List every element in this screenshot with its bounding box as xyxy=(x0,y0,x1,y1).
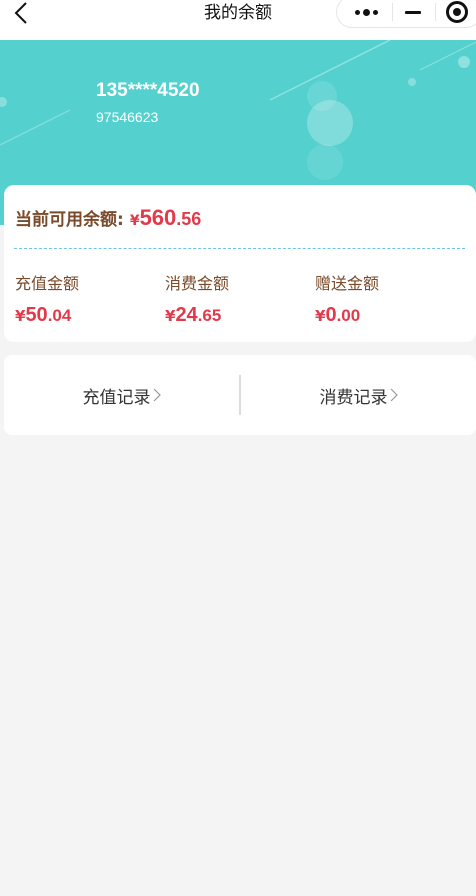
more-button[interactable] xyxy=(341,0,391,27)
recharge-amount-decimal: .04 xyxy=(47,306,72,325)
consume-amount-decimal: .65 xyxy=(197,306,222,325)
user-id: 97546623 xyxy=(96,109,159,125)
capsule-divider xyxy=(435,3,436,21)
more-dots-icon xyxy=(353,8,379,16)
gift-amount-decimal: .00 xyxy=(336,306,361,325)
available-balance-label: 当前可用余额: xyxy=(15,210,124,230)
gift-amount-integer: 0 xyxy=(325,304,337,326)
mini-program-capsule xyxy=(336,0,476,28)
recharge-records-button[interactable]: 充值记录 xyxy=(4,355,239,435)
consume-records-label: 消费记录 xyxy=(319,387,388,408)
available-amount-decimal: .56 xyxy=(176,209,202,229)
close-button[interactable] xyxy=(437,0,476,27)
dashed-divider xyxy=(14,248,465,249)
recharge-amount-integer: 50 xyxy=(25,304,48,326)
currency-symbol: ¥ xyxy=(315,307,326,325)
currency-symbol: ¥ xyxy=(15,307,26,325)
consume-amount: 消费金额 ¥ 24 .65 xyxy=(165,270,229,327)
recharge-records-label: 充值记录 xyxy=(82,387,151,408)
available-amount-integer: 560 xyxy=(139,205,177,230)
recharge-amount-value: ¥ 50 .04 xyxy=(15,304,79,327)
gift-amount: 赠送金额 ¥ 0 .00 xyxy=(315,270,379,327)
available-balance: 当前可用余额: ¥ 560 .56 xyxy=(15,205,201,231)
recharge-amount-label: 充值金额 xyxy=(15,274,80,293)
consume-amount-label: 消费金额 xyxy=(165,274,230,293)
chevron-right-icon xyxy=(390,388,398,402)
gift-amount-label: 赠送金额 xyxy=(315,274,380,293)
records-card: 充值记录 消费记录 xyxy=(4,355,476,435)
chevron-left-icon xyxy=(14,2,27,24)
gift-amount-value: ¥ 0 .00 xyxy=(315,304,379,327)
back-button[interactable] xyxy=(6,0,36,26)
minimize-button[interactable] xyxy=(393,0,433,27)
consume-amount-integer: 24 xyxy=(175,304,198,326)
navigation-bar: 我的余额 xyxy=(0,0,476,40)
currency-symbol: ¥ xyxy=(165,307,176,325)
minimize-icon xyxy=(405,10,421,14)
recharge-amount: 充值金额 ¥ 50 .04 xyxy=(15,270,79,327)
target-close-icon xyxy=(446,1,468,23)
balance-card: 当前可用余额: ¥ 560 .56 充值金额 ¥ 50 .04 消费金额 ¥ 2… xyxy=(4,185,476,342)
currency-symbol: ¥ xyxy=(129,213,140,229)
consume-records-button[interactable]: 消费记录 xyxy=(241,355,476,435)
consume-amount-value: ¥ 24 .65 xyxy=(165,304,229,327)
user-phone: 135****4520 xyxy=(96,80,200,101)
chevron-right-icon xyxy=(153,388,161,402)
